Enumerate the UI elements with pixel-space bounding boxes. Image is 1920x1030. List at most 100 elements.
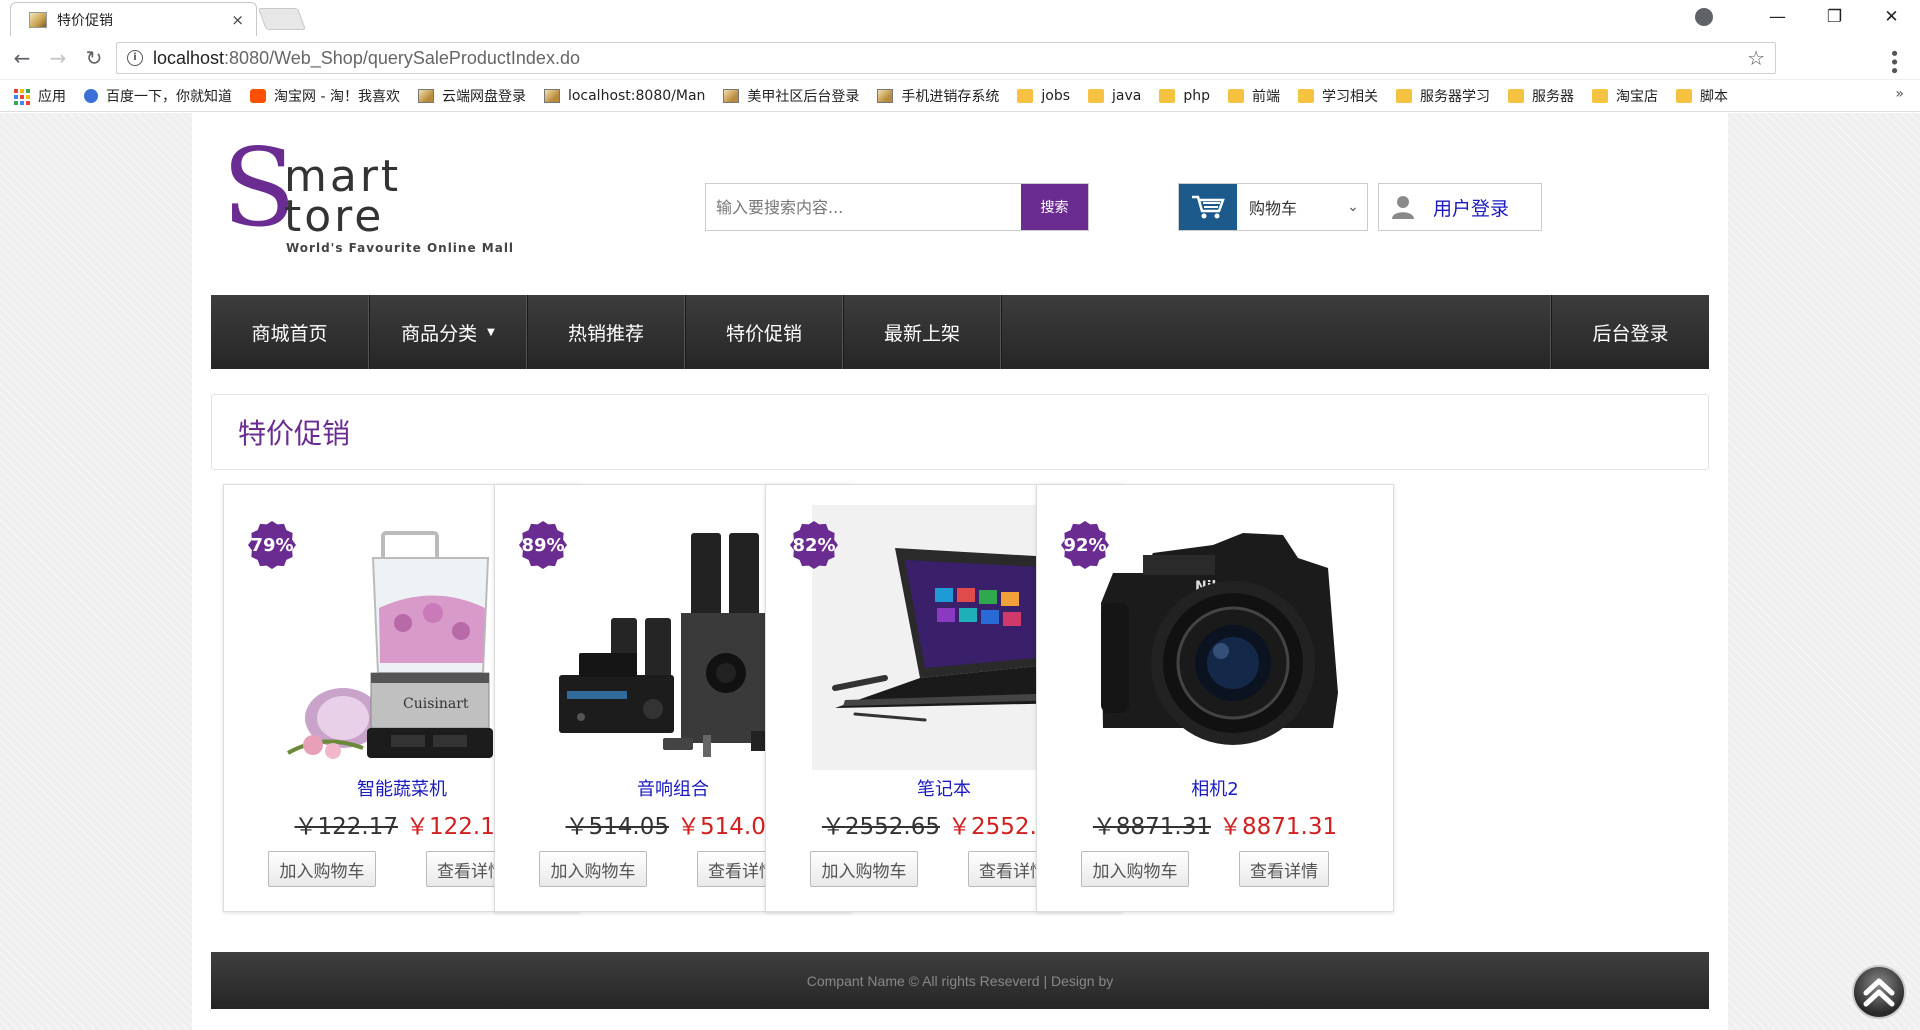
nav-item-label: 商品分类: [401, 322, 478, 345]
bookmark-label: java: [1112, 87, 1142, 104]
main-navbar: 商城首页 商品分类 ▼ 热销推荐 特价促销 最新上架 后台登录: [211, 295, 1709, 369]
nav-item-sale[interactable]: 特价促销: [685, 295, 843, 369]
url-bar[interactable]: i localhost:8080/Web_Shop/querySaleProdu…: [116, 42, 1776, 74]
double-chevron-up-icon: [1863, 978, 1895, 1007]
view-details-button[interactable]: 查看详情: [1239, 851, 1329, 887]
folder-icon: [1676, 88, 1693, 103]
add-to-cart-button[interactable]: 加入购物车: [268, 851, 376, 887]
nav-item-label: 热销推荐: [567, 322, 644, 345]
original-price: ￥514.05: [565, 814, 669, 840]
apps-icon: [14, 88, 30, 105]
url-path: :8080/Web_Shop/querySaleProductIndex.do: [224, 47, 580, 68]
folder-icon: [1088, 88, 1105, 103]
original-price: ￥2552.65: [821, 814, 940, 840]
bookmark-item[interactable]: 服务器: [1508, 86, 1574, 106]
bookmarks-bar: 应用 百度一下，你就知道 淘宝网 - 淘！我喜欢 云端网盘登录 localhost:80…: [0, 80, 1920, 112]
bookmark-item[interactable]: java: [1088, 88, 1141, 104]
tab-favicon-icon: [29, 11, 47, 28]
nav-item-hot[interactable]: 热销推荐: [527, 295, 685, 369]
forward-arrow-icon[interactable]: →: [44, 46, 72, 70]
scroll-to-top-button[interactable]: [1852, 965, 1906, 1019]
nav-item-home[interactable]: 商城首页: [211, 295, 369, 369]
bookmark-label: 服务器学习: [1420, 88, 1491, 105]
bookmark-item[interactable]: 淘宝店: [1592, 86, 1658, 106]
bookmark-item[interactable]: 前端: [1228, 86, 1280, 106]
search-form: 搜索: [705, 183, 1089, 231]
search-button[interactable]: 搜索: [1021, 184, 1088, 230]
baidu-paw-icon: [84, 88, 98, 103]
store-logo[interactable]: S mart tore World's Favourite Online Mal…: [222, 135, 522, 256]
footer-text: Compant Name © All rights Reseverd | Des…: [806, 972, 1114, 989]
nav-item-new[interactable]: 最新上架: [843, 295, 1001, 369]
bookmark-label: 淘宝网 - 淘！我喜欢: [274, 88, 400, 105]
bookmark-item[interactable]: localhost:8080/Man: [543, 88, 705, 104]
bookmark-label: 脚本: [1700, 88, 1729, 105]
cart-label: 购物车: [1249, 199, 1298, 218]
add-to-cart-button[interactable]: 加入购物车: [810, 851, 918, 887]
bookmark-item[interactable]: 百度一下，你就知道: [84, 86, 232, 106]
reload-icon[interactable]: ↻: [80, 46, 108, 70]
folder-icon: [1508, 88, 1525, 103]
restore-button[interactable]: ❐: [1806, 7, 1863, 27]
bookmark-item[interactable]: 脚本: [1676, 86, 1728, 106]
image-icon: [723, 88, 740, 103]
search-input[interactable]: [706, 184, 1021, 230]
folder-icon: [1228, 88, 1245, 103]
bookmark-item[interactable]: php: [1159, 88, 1210, 104]
bookmark-item[interactable]: 美甲社区后台登录: [723, 86, 859, 106]
image-icon: [417, 88, 434, 103]
bookmark-label: php: [1183, 87, 1211, 104]
nav-item-label: 最新上架: [883, 322, 960, 345]
folder-icon: [1298, 88, 1315, 103]
bookmark-label: 应用: [38, 88, 66, 105]
browser-tab-bar: 特价促销 × — ❐ ✕: [0, 0, 1920, 36]
profile-icon[interactable]: [1695, 8, 1713, 26]
bookmark-label: 百度一下，你就知道: [106, 88, 232, 105]
add-to-cart-button[interactable]: 加入购物车: [539, 851, 647, 887]
product-price: ￥8871.31 ￥8871.31: [1037, 807, 1393, 841]
nav-item-label: 商城首页: [251, 322, 328, 345]
logo-tagline: World's Favourite Online Mall: [286, 241, 515, 255]
info-icon[interactable]: i: [127, 50, 143, 66]
back-arrow-icon[interactable]: ←: [8, 46, 36, 70]
browser-tab[interactable]: 特价促销 ×: [10, 2, 257, 36]
bookmark-label: 服务器: [1532, 88, 1575, 105]
bookmark-item[interactable]: 学习相关: [1298, 86, 1378, 106]
url-text[interactable]: localhost:8080/Web_Shop/querySaleProduct…: [153, 48, 1747, 69]
minimize-button[interactable]: —: [1749, 7, 1806, 27]
nav-item-admin-login[interactable]: 后台登录: [1551, 295, 1709, 369]
url-host: localhost: [153, 47, 225, 68]
nav-item-label: 特价促销: [725, 322, 802, 345]
sale-price: ￥8871.31: [1219, 814, 1338, 840]
logo-tore-text: tore: [284, 191, 385, 242]
taobao-icon: [250, 88, 266, 103]
bookmark-item[interactable]: 云端网盘登录: [417, 86, 526, 106]
browser-menu-icon[interactable]: •••: [1883, 48, 1904, 74]
user-login-button[interactable]: 用户登录: [1378, 183, 1542, 231]
page-footer: Compant Name © All rights Reseverd | Des…: [211, 952, 1709, 1009]
section-header: 特价促销: [211, 394, 1709, 470]
bookmark-label: jobs: [1041, 87, 1071, 104]
product-name-link[interactable]: 相机2: [1037, 775, 1393, 801]
bookmark-item[interactable]: 淘宝网 - 淘！我喜欢: [250, 86, 400, 106]
product-image[interactable]: Nikon: [1083, 505, 1349, 770]
cart-dropdown[interactable]: 购物车 ⌄: [1178, 183, 1368, 231]
bookmark-star-icon[interactable]: ☆: [1747, 46, 1765, 70]
nav-item-categories[interactable]: 商品分类 ▼: [369, 295, 527, 369]
image-icon: [543, 88, 560, 103]
tab-close-icon[interactable]: ×: [231, 11, 244, 29]
add-to-cart-button[interactable]: 加入购物车: [1081, 851, 1189, 887]
caret-down-icon: ▼: [487, 326, 495, 338]
bookmark-label: 美甲社区后台登录: [747, 88, 860, 105]
bookmark-item[interactable]: 服务器学习: [1396, 86, 1490, 106]
bookmark-label: 学习相关: [1322, 88, 1379, 105]
bookmark-item[interactable]: jobs: [1017, 88, 1070, 104]
tab-title: 特价促销: [57, 12, 113, 29]
new-tab-button[interactable]: [257, 8, 307, 30]
folder-icon: [1159, 88, 1176, 103]
close-window-button[interactable]: ✕: [1863, 7, 1920, 27]
bookmark-item[interactable]: 手机进销存系统: [877, 86, 999, 106]
svg-text:Cuisinart: Cuisinart: [403, 696, 469, 712]
bookmarks-more-icon[interactable]: »: [1895, 86, 1904, 102]
bookmark-item[interactable]: 应用: [14, 86, 66, 106]
